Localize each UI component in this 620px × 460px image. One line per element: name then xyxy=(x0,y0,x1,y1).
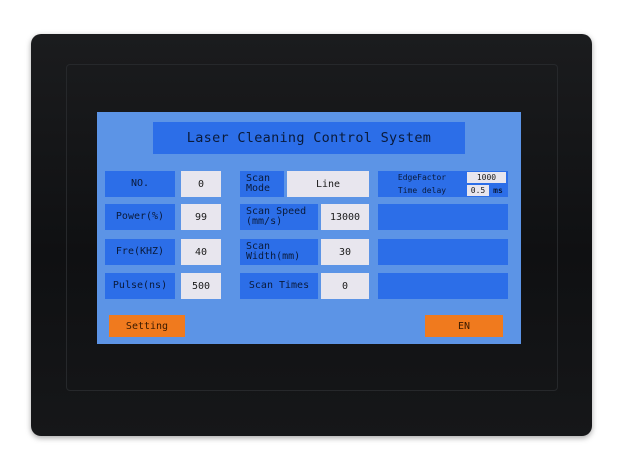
blank-panel-2 xyxy=(378,239,508,265)
fre-label: Fre(KHZ) xyxy=(105,239,175,265)
setting-button[interactable]: Setting xyxy=(109,315,185,337)
power-label: Power(%) xyxy=(105,204,175,230)
time-delay-label: Time delay xyxy=(380,185,464,196)
blank-panel-3 xyxy=(378,273,508,299)
scan-times-value-field[interactable]: 0 xyxy=(321,273,369,299)
power-value-field[interactable]: 99 xyxy=(181,204,221,230)
scan-mode-label: Scan Mode xyxy=(240,171,284,197)
scan-speed-label: Scan Speed (mm/s) xyxy=(240,204,318,230)
no-value-field[interactable]: 0 xyxy=(181,171,221,197)
scan-width-label-line2: Width(mm) xyxy=(246,251,301,262)
scan-speed-value-field[interactable]: 13000 xyxy=(321,204,369,230)
scan-width-value-field[interactable]: 30 xyxy=(321,239,369,265)
language-button[interactable]: EN xyxy=(425,315,503,337)
edge-factor-value-field[interactable]: 1000 xyxy=(467,172,506,183)
pulse-label: Pulse(ns) xyxy=(105,273,175,299)
page-title: Laser Cleaning Control System xyxy=(153,122,465,154)
no-label: NO. xyxy=(105,171,175,197)
scan-mode-label-line2: Mode xyxy=(246,183,271,194)
scan-mode-value-field[interactable]: Line xyxy=(287,171,369,197)
blank-panel-1 xyxy=(378,204,508,230)
pulse-value-field[interactable]: 500 xyxy=(181,273,221,299)
fre-value-field[interactable]: 40 xyxy=(181,239,221,265)
scan-speed-label-line2: (mm/s) xyxy=(246,216,283,227)
hmi-screen: Laser Cleaning Control System NO. 0 Powe… xyxy=(97,112,521,344)
time-delay-value-field[interactable]: 0.5 xyxy=(467,185,489,196)
edge-factor-label: EdgeFactor xyxy=(380,172,464,183)
scan-width-label: Scan Width(mm) xyxy=(240,239,318,265)
time-delay-unit: ms xyxy=(490,185,506,196)
scan-times-label: Scan Times xyxy=(240,273,318,299)
